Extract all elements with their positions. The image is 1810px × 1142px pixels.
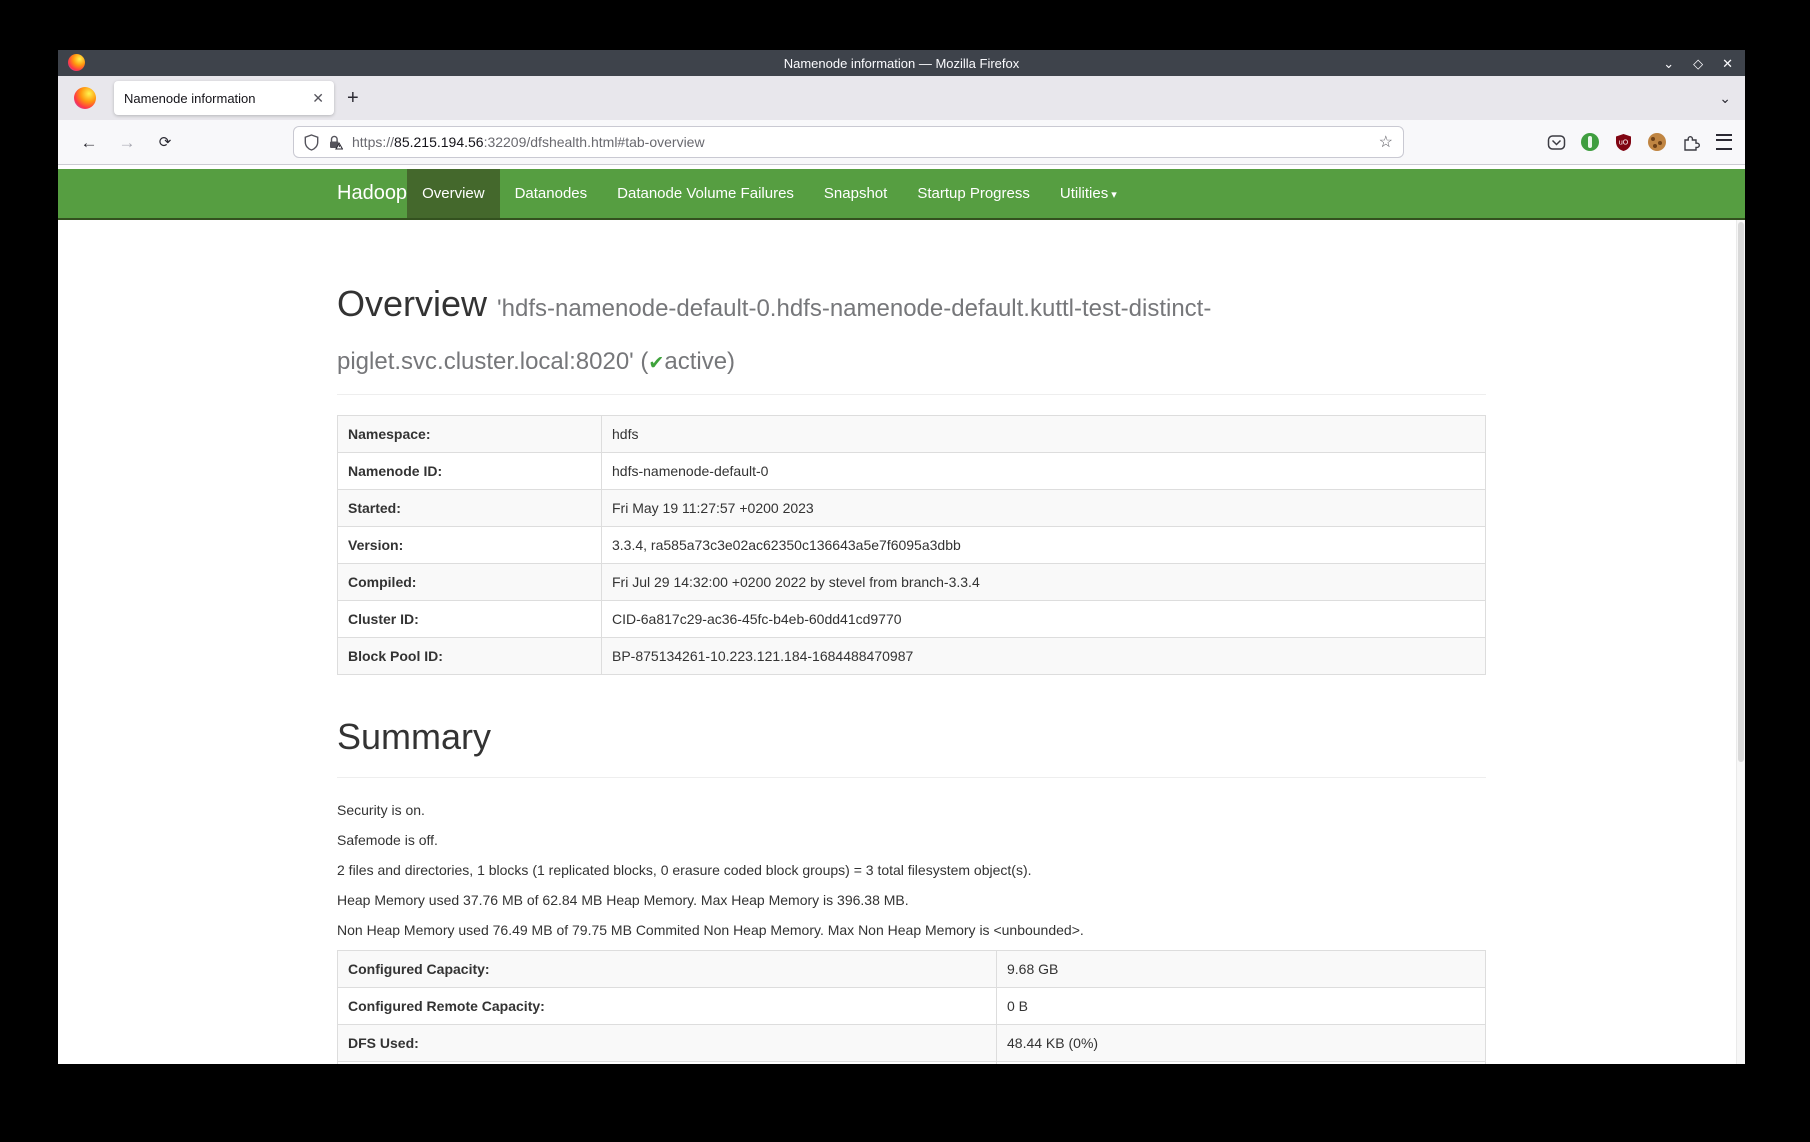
- back-button[interactable]: ←: [74, 134, 104, 151]
- row-value: 119.56 KB: [997, 1062, 1486, 1065]
- navigation-toolbar: ← → ⟳ https://85.215.194.56:32209/dfshea…: [58, 120, 1745, 165]
- capacity-table: Configured Capacity: 9.68 GB Configured …: [337, 950, 1486, 1064]
- row-value: hdfs: [602, 416, 1486, 453]
- nav-tab-snapshot[interactable]: Snapshot: [809, 169, 902, 218]
- table-row: Configured Capacity: 9.68 GB: [338, 951, 1486, 988]
- cookie-extension-icon[interactable]: [1648, 133, 1666, 151]
- new-tab-button[interactable]: +: [347, 88, 359, 108]
- url-bar[interactable]: https://85.215.194.56:32209/dfshealth.ht…: [293, 126, 1404, 158]
- extension-green-icon[interactable]: [1581, 133, 1599, 151]
- table-row: Namespace: hdfs: [338, 416, 1486, 453]
- minimize-button[interactable]: ⌄: [1663, 57, 1674, 70]
- row-label: DFS Used:: [338, 1025, 997, 1062]
- summary-line: Non Heap Memory used 76.49 MB of 79.75 M…: [337, 920, 1486, 940]
- summary-line: Heap Memory used 37.76 MB of 62.84 MB He…: [337, 890, 1486, 910]
- browser-tab[interactable]: Namenode information ✕: [114, 81, 334, 115]
- navbar-brand-hadoop[interactable]: Hadoop: [337, 169, 407, 218]
- table-row: Cluster ID: CID-6a817c29-ac36-45fc-b4eb-…: [338, 601, 1486, 638]
- namenode-info-table: Namespace: hdfs Namenode ID: hdfs-nameno…: [337, 415, 1486, 675]
- forward-button[interactable]: →: [112, 134, 142, 151]
- close-window-button[interactable]: ✕: [1722, 57, 1733, 70]
- svg-text:uO: uO: [1619, 139, 1629, 146]
- table-row: Started: Fri May 19 11:27:57 +0200 2023: [338, 490, 1486, 527]
- scrollbar-thumb[interactable]: [1738, 222, 1744, 762]
- table-row: Version: 3.3.4, ra585a73c3e02ac62350c136…: [338, 527, 1486, 564]
- row-value: 0 B: [997, 988, 1486, 1025]
- row-value: 48.44 KB (0%): [997, 1025, 1486, 1062]
- url-scheme: https://: [352, 134, 394, 150]
- row-label: Namespace:: [338, 416, 602, 453]
- status-badge: (✔active): [640, 348, 735, 375]
- table-row: Block Pool ID: BP-875134261-10.223.121.1…: [338, 638, 1486, 675]
- row-label: Configured Capacity:: [338, 951, 997, 988]
- firefox-logo-icon: [68, 54, 85, 71]
- summary-page-header: Summary: [337, 713, 1486, 778]
- row-label: Compiled:: [338, 564, 602, 601]
- row-label: Cluster ID:: [338, 601, 602, 638]
- extensions-puzzle-icon[interactable]: [1681, 132, 1701, 152]
- nav-tab-datanode-volume-failures[interactable]: Datanode Volume Failures: [602, 169, 809, 218]
- row-label: Block Pool ID:: [338, 638, 602, 675]
- active-check-icon: ✔: [648, 353, 664, 374]
- tab-close-icon[interactable]: ✕: [304, 90, 324, 107]
- table-row: Non DFS Used: 119.56 KB: [338, 1062, 1486, 1065]
- url-path: :32209/dfshealth.html#tab-overview: [484, 134, 705, 150]
- url-host: 85.215.194.56: [394, 134, 484, 150]
- row-value: 3.3.4, ra585a73c3e02ac62350c136643a5e7f6…: [602, 527, 1486, 564]
- ublock-origin-icon[interactable]: uO: [1614, 133, 1633, 152]
- table-row: DFS Used: 48.44 KB (0%): [338, 1025, 1486, 1062]
- pocket-icon[interactable]: [1547, 133, 1566, 152]
- row-label: Configured Remote Capacity:: [338, 988, 997, 1025]
- reload-button[interactable]: ⟳: [150, 135, 180, 150]
- row-label: Started:: [338, 490, 602, 527]
- menu-hamburger-icon[interactable]: [1716, 134, 1732, 150]
- window-title: Namenode information — Mozilla Firefox: [784, 56, 1020, 71]
- firefox-view-icon[interactable]: [74, 87, 96, 109]
- row-label: Version:: [338, 527, 602, 564]
- scrollbar[interactable]: [1736, 220, 1745, 1064]
- url-text: https://85.215.194.56:32209/dfshealth.ht…: [352, 134, 1379, 150]
- summary-line: Security is on.: [337, 800, 1486, 820]
- row-value: Fri May 19 11:27:57 +0200 2023: [602, 490, 1486, 527]
- bookmark-star-icon[interactable]: ☆: [1379, 132, 1393, 152]
- table-row: Configured Remote Capacity: 0 B: [338, 988, 1486, 1025]
- summary-text: Security is on. Safemode is off. 2 files…: [337, 800, 1486, 940]
- row-value: hdfs-namenode-default-0: [602, 453, 1486, 490]
- window-titlebar: Namenode information — Mozilla Firefox ⌄…: [58, 50, 1745, 76]
- nav-tab-datanodes[interactable]: Datanodes: [500, 169, 603, 218]
- summary-line: Safemode is off.: [337, 830, 1486, 850]
- maximize-button[interactable]: ◇: [1693, 57, 1703, 70]
- tab-title: Namenode information: [124, 91, 304, 106]
- page-viewport: Hadoop Overview Datanodes Datanode Volum…: [58, 165, 1745, 1064]
- row-label: Non DFS Used:: [338, 1062, 997, 1065]
- summary-title: Summary: [337, 713, 1486, 761]
- nav-dropdown-utilities[interactable]: Utilities▾: [1045, 169, 1132, 218]
- overview-page-header: Overview 'hdfs-namenode-default-0.hdfs-n…: [337, 280, 1486, 395]
- row-value: 9.68 GB: [997, 951, 1486, 988]
- row-value: BP-875134261-10.223.121.184-168448847098…: [602, 638, 1486, 675]
- chevron-down-icon: ▾: [1111, 189, 1117, 201]
- list-all-tabs-icon[interactable]: ⌄: [1719, 90, 1731, 107]
- lock-warning-icon[interactable]: [327, 134, 343, 151]
- row-value: Fri Jul 29 14:32:00 +0200 2022 by stevel…: [602, 564, 1486, 601]
- summary-line: 2 files and directories, 1 blocks (1 rep…: [337, 860, 1486, 880]
- firefox-window: Namenode information — Mozilla Firefox ⌄…: [58, 50, 1745, 1064]
- tracking-shield-icon[interactable]: [304, 134, 319, 151]
- nav-tab-startup-progress[interactable]: Startup Progress: [902, 169, 1045, 218]
- page-title: Overview 'hdfs-namenode-default-0.hdfs-n…: [337, 280, 1486, 388]
- hadoop-navbar: Hadoop Overview Datanodes Datanode Volum…: [58, 169, 1745, 220]
- tab-bar: Namenode information ✕ + ⌄: [58, 76, 1745, 120]
- row-label: Namenode ID:: [338, 453, 602, 490]
- row-value: CID-6a817c29-ac36-45fc-b4eb-60dd41cd9770: [602, 601, 1486, 638]
- table-row: Compiled: Fri Jul 29 14:32:00 +0200 2022…: [338, 564, 1486, 601]
- nav-tab-overview[interactable]: Overview: [407, 169, 500, 218]
- table-row: Namenode ID: hdfs-namenode-default-0: [338, 453, 1486, 490]
